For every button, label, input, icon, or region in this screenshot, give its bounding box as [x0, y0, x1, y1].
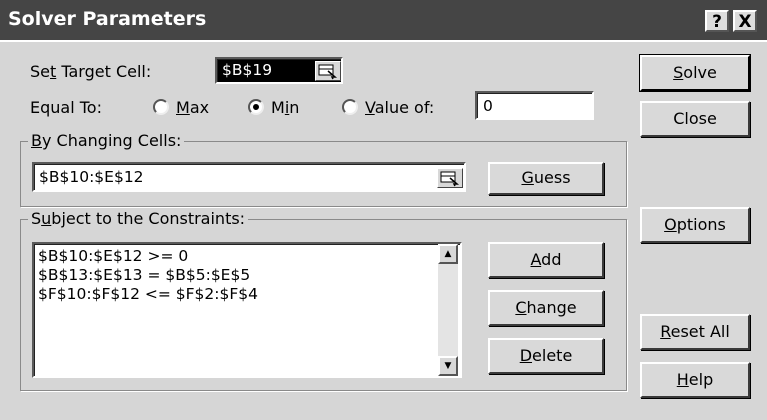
constraints-list[interactable]: $B$10:$E$12 >= 0 $B$13:$E$13 = $B$5:$E$5…	[32, 242, 462, 378]
target-cell-label: Set Target Cell:	[30, 62, 151, 81]
button-label: hange	[526, 298, 577, 317]
delete-button[interactable]: Delete	[488, 338, 604, 374]
changing-cells-value: $B$10:$E$12	[39, 168, 144, 186]
label-part: S	[31, 209, 42, 228]
button-label: eset All	[670, 322, 730, 341]
accelerator-key: M	[176, 98, 190, 117]
button-label: dd	[541, 250, 562, 269]
change-button[interactable]: Change	[488, 290, 604, 326]
accelerator-key: S	[673, 63, 684, 82]
constraint-item[interactable]: $B$10:$E$12 >= 0	[38, 247, 188, 265]
accelerator-key: H	[676, 370, 689, 389]
value-of-label: Value of:	[365, 98, 434, 117]
accelerator-key: V	[365, 98, 375, 117]
accelerator-key: R	[660, 322, 671, 341]
target-cell-value: $B$19	[222, 61, 273, 79]
dialog-title: Solver Parameters	[8, 8, 207, 30]
reset-all-button[interactable]: Reset All	[640, 314, 750, 350]
title-bar: Solver Parameters ? X	[0, 0, 767, 42]
label-part: n	[289, 98, 300, 117]
label-part: ax	[189, 98, 210, 117]
value-of-input[interactable]: 0	[475, 91, 594, 120]
close-button[interactable]: Close	[640, 101, 750, 137]
help-button[interactable]: Help	[640, 362, 750, 398]
solve-button[interactable]: Solve	[639, 54, 751, 92]
help-title-button[interactable]: ?	[705, 10, 729, 32]
button-label: elp	[688, 370, 714, 389]
changing-cells-input[interactable]: $B$10:$E$12	[32, 162, 466, 192]
range-selector-icon[interactable]	[437, 168, 463, 188]
guess-button[interactable]: Guess	[488, 162, 604, 195]
button-label: Close	[673, 109, 717, 128]
min-label: Min	[271, 98, 299, 117]
changing-cells-label: By Changing Cells:	[28, 131, 185, 150]
accelerator-key: B	[31, 131, 42, 150]
min-radio[interactable]	[248, 99, 264, 115]
equal-to-label: Equal To:	[30, 98, 102, 117]
constraints-scrollbar[interactable]: ▲ ▼	[438, 244, 458, 376]
close-title-button[interactable]: X	[733, 10, 757, 32]
constraints-label: Subject to the Constraints:	[28, 209, 249, 228]
label-part: alue of:	[374, 98, 435, 117]
constraint-item[interactable]: $B$13:$E$13 = $B$5:$E$5	[38, 266, 250, 284]
max-label: Max	[176, 98, 209, 117]
solver-parameters-dialog: Solver Parameters ? X Set Target Cell: $…	[0, 0, 767, 420]
scroll-down-arrow-icon[interactable]: ▼	[438, 356, 458, 376]
accelerator-key: D	[519, 346, 533, 365]
accelerator-key: G	[521, 168, 534, 187]
accelerator-key: A	[530, 250, 542, 269]
constraint-item[interactable]: $F$10:$F$12 <= $F$2:$F$4	[38, 285, 258, 303]
accelerator-key: O	[664, 215, 677, 234]
options-button[interactable]: Options	[640, 207, 750, 243]
label-part: y Changing Cells:	[41, 131, 182, 150]
button-label: ptions	[676, 215, 726, 234]
max-radio[interactable]	[153, 99, 169, 115]
target-cell-input[interactable]: $B$19	[215, 57, 343, 84]
scroll-up-arrow-icon[interactable]: ▲	[438, 244, 458, 264]
accelerator-key: C	[515, 298, 527, 317]
add-button[interactable]: Add	[488, 242, 604, 278]
range-selector-icon[interactable]	[315, 61, 341, 81]
button-label: uess	[533, 168, 571, 187]
value-of-text: 0	[483, 97, 493, 115]
label-part: M	[271, 98, 285, 117]
button-label: elete	[532, 346, 573, 365]
accelerator-key: u	[41, 209, 52, 228]
label-part: bject to the Constraints:	[51, 209, 246, 228]
label-part: Se	[30, 62, 50, 81]
button-label: olve	[683, 63, 717, 82]
value-of-radio[interactable]	[342, 99, 358, 115]
label-part: Target Cell:	[56, 62, 152, 81]
